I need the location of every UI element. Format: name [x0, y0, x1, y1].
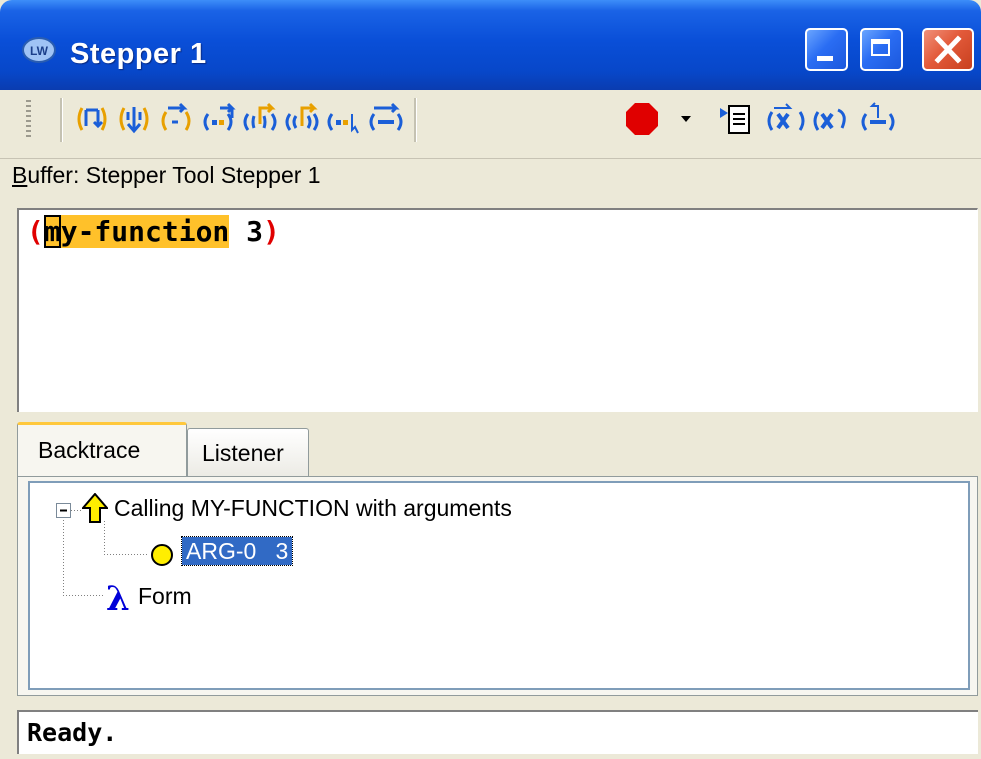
toolbar-grip[interactable]: [26, 100, 31, 140]
show-source-button[interactable]: [716, 102, 756, 136]
step-up-button[interactable]: [282, 102, 322, 136]
show-source-icon: [720, 105, 750, 134]
step-to-cursor-icon: [327, 113, 359, 134]
toolbar-separator: [414, 98, 417, 142]
tab-backtrace[interactable]: Backtrace: [17, 422, 187, 478]
toolbar-separator: [60, 98, 63, 142]
status-bar: Ready.: [17, 710, 978, 754]
tree-node-form[interactable]: Form: [138, 583, 192, 610]
close-paren: ): [263, 215, 280, 248]
open-paren: (: [27, 215, 44, 248]
buffer-label: Buffer: Stepper Tool Stepper 1: [12, 162, 321, 189]
function-name-highlight: y-function: [60, 215, 230, 248]
close-icon: [934, 35, 962, 64]
close-button[interactable]: [922, 28, 974, 71]
step-into-icon: [119, 107, 149, 134]
buffer-label-text: uffer: Stepper Tool Stepper 1: [27, 162, 321, 188]
step-icon: [77, 107, 107, 131]
step-over-icon: [203, 102, 236, 131]
continue-icon: [369, 102, 403, 131]
selected-node-label: ARG-0 3: [180, 536, 294, 566]
step-out-button[interactable]: [240, 102, 280, 136]
argument-value: 3: [246, 215, 264, 248]
step-next-button[interactable]: [156, 102, 196, 136]
backtrace-tree[interactable]: Calling MY-FUNCTION with arguments ARG-0…: [28, 481, 970, 690]
dropdown-arrow-icon: [681, 116, 691, 122]
step-button[interactable]: [72, 102, 112, 136]
restart-frame-icon: [767, 103, 805, 131]
return-from-frame-button[interactable]: [812, 102, 852, 136]
tab-listener[interactable]: Listener: [187, 428, 309, 476]
tree-line: [63, 514, 64, 596]
step-up-icon: [285, 102, 319, 131]
step-over-button[interactable]: [198, 102, 238, 136]
window-title: Stepper 1: [70, 38, 207, 70]
collapse-toggle-icon[interactable]: [56, 503, 71, 518]
status-text: Ready.: [27, 718, 118, 747]
up-arrow-icon: [82, 493, 108, 523]
app-logo-icon: LW: [22, 37, 56, 63]
breakpoint-dropdown[interactable]: [676, 102, 696, 136]
tree-line: [63, 595, 103, 596]
tree-line: [104, 521, 105, 555]
svg-text:LW: LW: [30, 44, 49, 58]
cursor-char: m: [43, 215, 61, 248]
continue-button[interactable]: [366, 102, 406, 136]
tree-node-calling[interactable]: Calling MY-FUNCTION with arguments: [114, 495, 512, 522]
step-out-icon: [243, 102, 277, 131]
breakpoint-icon: [626, 103, 658, 135]
breakpoint-button[interactable]: [622, 102, 662, 136]
buffer-label-hotkey: B: [12, 162, 28, 188]
tab-strip: Backtrace Listener: [17, 418, 978, 478]
lambda-icon: λ: [106, 579, 130, 619]
circle-icon: [151, 544, 173, 566]
abort-icon: [861, 102, 895, 131]
restart-frame-button[interactable]: [766, 102, 806, 136]
toolbar: [0, 90, 981, 159]
code-editor[interactable]: (my-function 3): [17, 208, 978, 412]
return-from-frame-icon: [813, 108, 846, 131]
tree-line: [104, 554, 148, 555]
minimize-button[interactable]: [805, 28, 848, 71]
step-into-button[interactable]: [114, 102, 154, 136]
abort-button[interactable]: [858, 102, 898, 136]
code-line: (my-function 3): [27, 215, 280, 248]
maximize-button[interactable]: [860, 28, 903, 71]
backtrace-panel: Calling MY-FUNCTION with arguments ARG-0…: [17, 476, 978, 696]
step-next-icon: [161, 102, 191, 131]
step-to-cursor-button[interactable]: [324, 102, 364, 136]
tree-node-arg[interactable]: ARG-0 3: [180, 536, 294, 566]
tree-line: [71, 510, 81, 511]
title-bar[interactable]: LW Stepper 1: [0, 0, 981, 90]
